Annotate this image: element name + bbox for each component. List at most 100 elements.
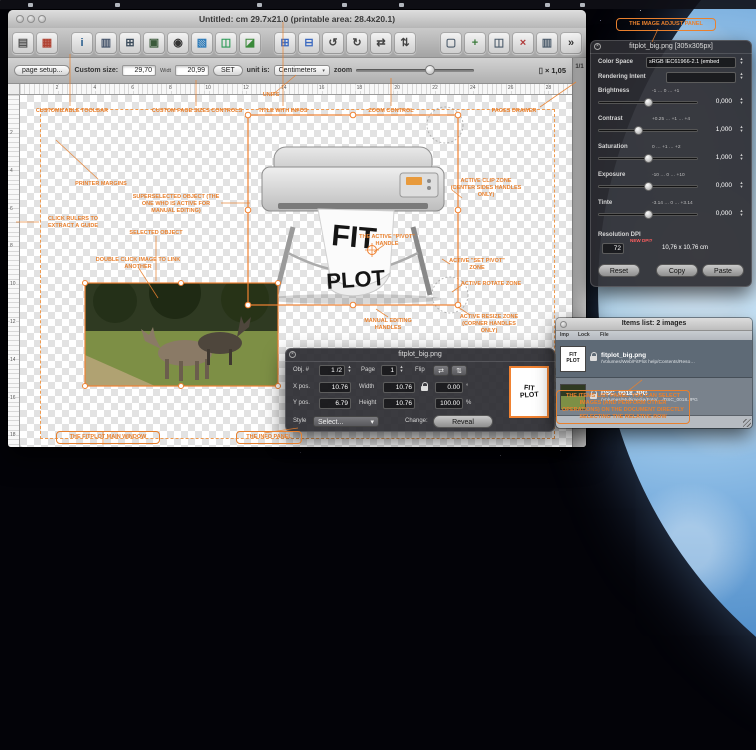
units-dropdown[interactable]: Centimeters ▾ xyxy=(274,65,330,76)
slider-track-brightness[interactable] xyxy=(598,101,698,104)
slider-stepper-brightness[interactable]: ▲▼ xyxy=(738,97,745,105)
camera-icon[interactable]: ◉ xyxy=(167,32,189,54)
slideshow-icon[interactable]: ▣ xyxy=(143,32,165,54)
menubar-status-icon[interactable] xyxy=(257,3,262,7)
column-file[interactable]: File xyxy=(600,332,609,338)
page-field[interactable]: 1 xyxy=(381,365,397,376)
slider-knob-tinte[interactable] xyxy=(644,210,653,219)
vertical-ruler[interactable]: 24681012141618 xyxy=(8,95,20,447)
horizontal-ruler[interactable]: 246810121416182022242628 xyxy=(20,84,572,95)
slider-track-exposure[interactable] xyxy=(598,185,698,188)
rendering-intent-label: Rendering Intent xyxy=(598,74,646,80)
resolution-dpi-field[interactable]: 72 xyxy=(602,243,624,254)
slider-knob-contrast[interactable] xyxy=(634,126,643,135)
adjust-panel-titlebar[interactable]: × fitplot_big.png [305x305px] xyxy=(590,40,752,54)
close-icon[interactable] xyxy=(560,321,567,328)
rendering-intent-stepper[interactable]: ▲▼ xyxy=(738,72,745,80)
menubar-status-icon[interactable] xyxy=(28,3,33,7)
new-page-icon[interactable]: ▢ xyxy=(440,32,462,54)
color-space-value[interactable]: sRGB IEC61966-2.1 (embed xyxy=(646,57,736,68)
menubar-status-icon[interactable] xyxy=(545,3,550,7)
menubar-status-icon[interactable] xyxy=(399,3,404,7)
slider-stepper-contrast[interactable]: ▲▼ xyxy=(738,125,745,133)
info-panel-titlebar[interactable]: × fitplot_big.png xyxy=(285,348,555,362)
resize-grip[interactable] xyxy=(743,419,751,427)
page-setup-button[interactable]: page setup... xyxy=(14,65,70,76)
x-pos-label: X pos. xyxy=(293,384,310,390)
rotate-left-icon[interactable]: ↺ xyxy=(322,32,344,54)
rotate-right-icon[interactable]: ↻ xyxy=(346,32,368,54)
menubar-status-icon[interactable] xyxy=(342,3,347,7)
aspect-lock-icon[interactable] xyxy=(421,386,428,391)
close-icon[interactable]: × xyxy=(594,43,601,50)
slider-track-contrast[interactable] xyxy=(598,129,698,132)
print-icon[interactable]: ▤ xyxy=(12,32,34,54)
item-filepath: /Volumes/Multimedia/Foto/…/DSC_0018.JPG xyxy=(601,398,748,404)
zoom-slider-knob[interactable] xyxy=(425,65,435,75)
column-imp[interactable]: Imp xyxy=(560,332,569,338)
page-width-input[interactable]: 29,70 xyxy=(122,65,156,76)
pages-icon[interactable]: ▥ xyxy=(536,32,558,54)
column-lock[interactable]: Lock xyxy=(578,332,590,338)
rendering-intent-dropdown[interactable] xyxy=(666,72,736,83)
slider-knob-exposure[interactable] xyxy=(644,182,653,191)
minimize-window-button[interactable] xyxy=(27,15,35,23)
color-space-stepper[interactable]: ▲▼ xyxy=(738,57,745,65)
height-field[interactable]: 10.76 xyxy=(383,398,415,409)
close-window-button[interactable] xyxy=(16,15,24,23)
slider-knob-saturation[interactable] xyxy=(644,154,653,163)
contact-sheet-icon[interactable]: ⊞ xyxy=(119,32,141,54)
page-stepper[interactable]: ▲▼ xyxy=(398,365,405,373)
items-panel-titlebar[interactable]: Items list: 2 images xyxy=(556,318,752,331)
slider-stepper-exposure[interactable]: ▲▼ xyxy=(738,181,745,189)
obj-stepper[interactable]: ▲▼ xyxy=(346,365,353,373)
flip-horizontal-icon[interactable]: ⇄ xyxy=(370,32,392,54)
delete-page-icon[interactable]: × xyxy=(512,32,534,54)
monitor-icon[interactable]: ◪ xyxy=(239,32,261,54)
items-list-row[interactable]: DSC_0018.JPG/Volumes/Multimedia/Foto/…/D… xyxy=(556,378,752,416)
zoom-slider[interactable] xyxy=(356,69,474,72)
slider-value-contrast: 1,000 xyxy=(702,126,732,133)
zoom-window-button[interactable] xyxy=(38,15,46,23)
width-field[interactable]: 10.76 xyxy=(383,382,415,393)
window-titlebar[interactable]: Untitled: cm 29.7x21.0 (printable area: … xyxy=(8,10,586,29)
selected-object-photo-image[interactable] xyxy=(85,283,278,386)
page-height-input[interactable]: 20,99 xyxy=(175,65,209,76)
slider-track-saturation[interactable] xyxy=(598,157,698,160)
set-size-button[interactable]: SET xyxy=(213,65,243,76)
slider-stepper-saturation[interactable]: ▲▼ xyxy=(738,153,745,161)
flip-horizontal-button[interactable]: ⇄ xyxy=(433,365,449,376)
items-list-row[interactable]: FITPLOTfitplot_big.png/Volumes/Web/FitPl… xyxy=(556,340,752,378)
lock-icon[interactable] xyxy=(590,356,597,361)
flip-vertical-button[interactable]: ⇅ xyxy=(451,365,467,376)
scale-field[interactable]: 100.00 xyxy=(435,398,463,409)
reset-button[interactable]: Reset xyxy=(598,264,640,277)
slider-track-tinte[interactable] xyxy=(598,213,698,216)
slider-knob-brightness[interactable] xyxy=(644,98,653,107)
toolbar-overflow-chevron[interactable]: » xyxy=(560,32,582,54)
grid-list-icon[interactable]: ⊟ xyxy=(298,32,320,54)
y-pos-field[interactable]: 6.79 xyxy=(319,398,351,409)
color-palette-icon[interactable]: ▦ xyxy=(36,32,58,54)
paste-button[interactable]: Paste xyxy=(702,264,744,277)
superselected-object-printer-image[interactable]: FIT PLOT xyxy=(248,115,458,305)
import-image-icon[interactable]: ▧ xyxy=(191,32,213,54)
add-page-icon[interactable]: + xyxy=(464,32,486,54)
x-pos-field[interactable]: 10.76 xyxy=(319,382,351,393)
copy-button[interactable]: Copy xyxy=(656,264,698,277)
info-icon[interactable]: i xyxy=(71,32,93,54)
reveal-button[interactable]: Reveal xyxy=(433,415,493,428)
flip-vertical-icon[interactable]: ⇅ xyxy=(394,32,416,54)
menubar-status-icon[interactable] xyxy=(580,3,585,7)
duplicate-page-icon[interactable]: ◫ xyxy=(488,32,510,54)
menubar-status-icon[interactable] xyxy=(115,3,120,7)
page-setup-icon[interactable]: ▥ xyxy=(95,32,117,54)
rotation-field[interactable]: 0.00 xyxy=(435,382,463,393)
screen-capture-icon[interactable]: ◫ xyxy=(215,32,237,54)
style-dropdown[interactable]: Select... ▾ xyxy=(313,416,379,427)
grid-layout-icon[interactable]: ⊞ xyxy=(274,32,296,54)
slider-stepper-tinte[interactable]: ▲▼ xyxy=(738,209,745,217)
close-icon[interactable]: × xyxy=(289,351,296,358)
obj-number-field[interactable]: 1 /2 xyxy=(319,365,345,376)
lock-icon[interactable] xyxy=(590,394,597,399)
